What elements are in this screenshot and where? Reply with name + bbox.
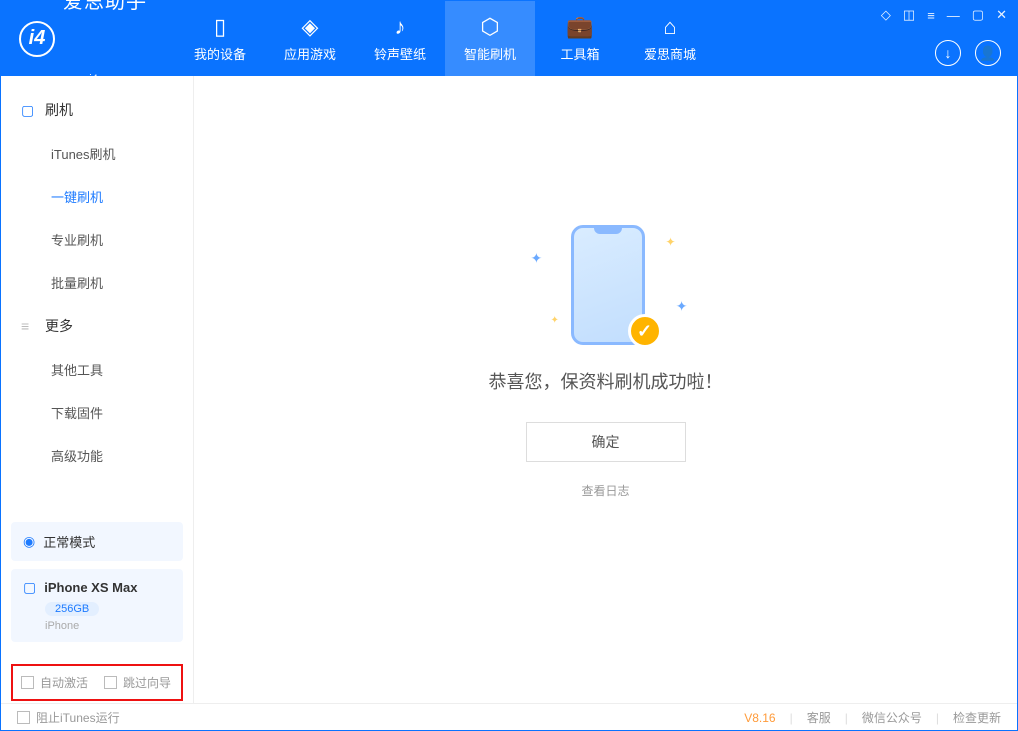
view-log-link[interactable]: 查看日志 xyxy=(581,482,629,499)
tab-toolbox[interactable]: 💼 工具箱 xyxy=(535,1,625,76)
app-url: www.i4.cn xyxy=(63,73,147,85)
success-illustration: ✦ ✦ ✦ ✦ ✓ xyxy=(506,220,706,350)
footer-right: V8.16 | 客服 | 微信公众号 | 检查更新 xyxy=(744,709,1001,726)
tab-store[interactable]: ⌂ 爱思商城 xyxy=(625,1,715,76)
app-window: i4 爱思助手 www.i4.cn ▯ 我的设备 ◈ 应用游戏 ♪ 铃声壁纸 ⬡… xyxy=(0,0,1018,731)
version-label: V8.16 xyxy=(744,711,775,725)
cube-icon: ◈ xyxy=(302,14,319,40)
logo-text: 爱思助手 www.i4.cn xyxy=(63,0,147,86)
footer-left: 阻止iTunes运行 xyxy=(17,709,120,726)
logo[interactable]: i4 爱思助手 www.i4.cn xyxy=(1,0,165,86)
more-icon: ≡ xyxy=(21,318,37,334)
checkbox-icon xyxy=(104,676,117,689)
body: ▢ 刷机 iTunes刷机 一键刷机 专业刷机 批量刷机 ≡ 更多 其他工具 下… xyxy=(1,76,1017,703)
sidebar-item-download-firmware[interactable]: 下载固件 xyxy=(1,391,193,434)
device-storage: 256GB xyxy=(45,602,99,616)
toolbox-icon: 💼 xyxy=(566,14,593,40)
tab-label: 我的设备 xyxy=(194,44,246,63)
wechat-link[interactable]: 微信公众号 xyxy=(862,709,922,726)
sparkle-icon: ✦ xyxy=(531,250,543,267)
check-update-link[interactable]: 检查更新 xyxy=(953,709,1001,726)
store-icon: ⌂ xyxy=(663,14,676,40)
sidebar-item-itunes-flash[interactable]: iTunes刷机 xyxy=(1,132,193,175)
tab-smart-flash[interactable]: ⬡ 智能刷机 xyxy=(445,1,535,76)
logo-icon: i4 xyxy=(19,21,55,57)
separator: | xyxy=(845,711,848,725)
options-highlight-box: 自动激活 跳过向导 xyxy=(11,664,183,701)
checkbox-icon xyxy=(21,676,34,689)
user-icon[interactable]: 👤 xyxy=(975,40,1001,66)
phone-notch xyxy=(594,227,622,234)
success-message: 恭喜您，保资料刷机成功啦！ xyxy=(489,368,723,394)
maximize-button[interactable]: ▢ xyxy=(972,7,984,23)
header: i4 爱思助手 www.i4.cn ▯ 我的设备 ◈ 应用游戏 ♪ 铃声壁纸 ⬡… xyxy=(1,1,1017,76)
tab-label: 铃声壁纸 xyxy=(374,44,426,63)
window-controls: ◇ ◫ ≡ — ▢ ✕ xyxy=(881,7,1007,23)
sparkle-icon: ✦ xyxy=(676,298,688,315)
app-name: 爱思助手 xyxy=(63,0,147,73)
tab-ringtones-wallpapers[interactable]: ♪ 铃声壁纸 xyxy=(355,1,445,76)
sidebar-group-more: ≡ 更多 xyxy=(1,304,193,348)
skip-guide-label: 跳过向导 xyxy=(123,674,171,691)
group-title: 更多 xyxy=(45,316,73,336)
tab-apps-games[interactable]: ◈ 应用游戏 xyxy=(265,1,355,76)
sidebar-item-advanced[interactable]: 高级功能 xyxy=(1,434,193,477)
sparkle-icon: ✦ xyxy=(551,315,559,326)
shirt-icon[interactable]: ◇ xyxy=(881,7,891,23)
device-name: iPhone XS Max xyxy=(44,580,137,595)
menu-icon[interactable]: ≡ xyxy=(927,8,935,23)
main-content: ✦ ✦ ✦ ✦ ✓ 恭喜您，保资料刷机成功啦！ 确定 查看日志 xyxy=(194,76,1017,703)
sidebar-group-flash: ▢ 刷机 xyxy=(1,88,193,132)
device-phone-icon: ▢ xyxy=(23,579,36,596)
header-actions: ↓ 👤 xyxy=(935,40,1001,66)
block-itunes-checkbox[interactable]: 阻止iTunes运行 xyxy=(17,709,120,726)
mode-label: 正常模式 xyxy=(43,532,95,551)
tab-label: 工具箱 xyxy=(560,44,599,63)
block-itunes-label: 阻止iTunes运行 xyxy=(36,709,120,726)
device-cards: ◉ 正常模式 ▢ iPhone XS Max 256GB iPhone xyxy=(1,514,193,658)
auto-activate-checkbox[interactable]: 自动激活 xyxy=(21,674,88,691)
nav-tabs: ▯ 我的设备 ◈ 应用游戏 ♪ 铃声壁纸 ⬡ 智能刷机 💼 工具箱 ⌂ 爱思商城 xyxy=(175,1,715,76)
group-title: 刷机 xyxy=(45,100,73,120)
mode-icon: ◉ xyxy=(23,533,35,550)
shield-icon: ⬡ xyxy=(480,14,499,40)
tab-label: 智能刷机 xyxy=(464,44,516,63)
support-link[interactable]: 客服 xyxy=(807,709,831,726)
close-button[interactable]: ✕ xyxy=(996,7,1007,23)
sparkle-icon: ✦ xyxy=(665,235,675,249)
sidebar: ▢ 刷机 iTunes刷机 一键刷机 专业刷机 批量刷机 ≡ 更多 其他工具 下… xyxy=(1,76,194,703)
check-badge-icon: ✓ xyxy=(628,314,662,348)
sidebar-scroll: ▢ 刷机 iTunes刷机 一键刷机 专业刷机 批量刷机 ≡ 更多 其他工具 下… xyxy=(1,76,193,514)
auto-activate-label: 自动激活 xyxy=(40,674,88,691)
separator: | xyxy=(936,711,939,725)
mode-card[interactable]: ◉ 正常模式 xyxy=(11,522,183,561)
sidebar-item-pro-flash[interactable]: 专业刷机 xyxy=(1,218,193,261)
device-card[interactable]: ▢ iPhone XS Max 256GB iPhone xyxy=(11,569,183,642)
tab-my-device[interactable]: ▯ 我的设备 xyxy=(175,1,265,76)
sidebar-item-batch-flash[interactable]: 批量刷机 xyxy=(1,261,193,304)
skip-guide-checkbox[interactable]: 跳过向导 xyxy=(104,674,171,691)
sidebar-item-oneclick-flash[interactable]: 一键刷机 xyxy=(1,175,193,218)
separator: | xyxy=(790,711,793,725)
device-type: iPhone xyxy=(45,620,171,632)
sidebar-item-other-tools[interactable]: 其他工具 xyxy=(1,348,193,391)
tab-label: 爱思商城 xyxy=(644,44,696,63)
ok-button[interactable]: 确定 xyxy=(526,422,686,462)
checkbox-icon xyxy=(17,711,30,724)
lock-icon[interactable]: ◫ xyxy=(903,7,915,23)
phone-icon: ▯ xyxy=(214,14,226,40)
music-icon: ♪ xyxy=(395,14,406,40)
device-icon: ▢ xyxy=(21,102,37,119)
footer: 阻止iTunes运行 V8.16 | 客服 | 微信公众号 | 检查更新 xyxy=(1,703,1017,731)
tab-label: 应用游戏 xyxy=(284,44,336,63)
minimize-button[interactable]: — xyxy=(947,8,960,23)
download-icon[interactable]: ↓ xyxy=(935,40,961,66)
